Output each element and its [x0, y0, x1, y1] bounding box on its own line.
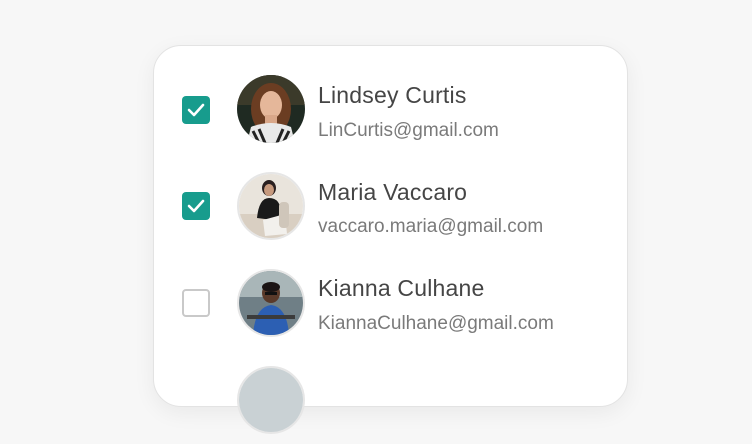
contact-name: Lindsey Curtis [318, 82, 467, 108]
contact-email: vaccaro.maria@gmail.com [318, 216, 544, 237]
contact-name: Kianna Culhane [318, 275, 485, 301]
contact-row-maria[interactable]: Maria Vaccaro vaccaro.maria@gmail.com [154, 170, 627, 250]
contact-checkbox[interactable] [182, 96, 210, 124]
avatar [237, 269, 305, 337]
check-icon [187, 199, 205, 213]
contact-row-partial[interactable] [154, 364, 627, 444]
contact-email: LinCurtis@gmail.com [318, 120, 499, 141]
contact-list-card: Lindsey Curtis LinCurtis@gmail.com Maria… [153, 45, 628, 434]
contact-checkbox[interactable] [182, 289, 210, 317]
avatar [237, 172, 305, 240]
avatar [237, 366, 305, 434]
contact-checkbox[interactable] [182, 192, 210, 220]
contact-row-lindsey[interactable]: Lindsey Curtis LinCurtis@gmail.com [154, 73, 627, 153]
check-icon [187, 103, 205, 117]
contact-row-kianna[interactable]: Kianna Culhane KiannaCulhane@gmail.com [154, 267, 627, 347]
contact-email: KiannaCulhane@gmail.com [318, 313, 554, 334]
avatar [237, 75, 305, 143]
contact-name: Maria Vaccaro [318, 179, 468, 205]
